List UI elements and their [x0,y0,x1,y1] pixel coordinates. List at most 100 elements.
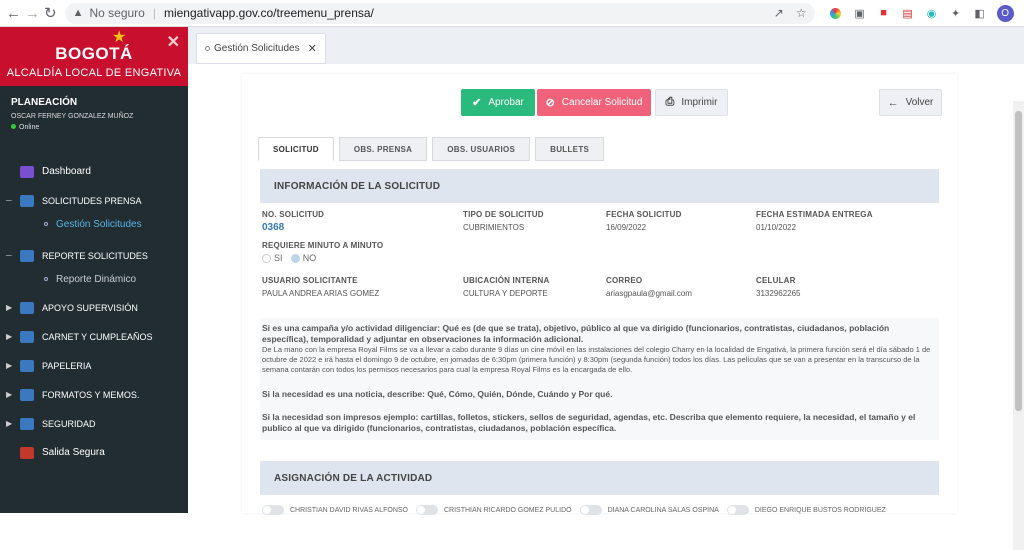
sidepanel-icon[interactable]: ◧ [973,6,987,20]
radio-no[interactable]: NO [290,253,317,263]
approve-label: Aprobar [488,97,524,108]
close-icon[interactable]: ✕ [167,32,180,52]
address-bar[interactable]: ▲ No seguro | miengativapp.gov.co/treeme… [64,2,815,24]
main-area: Gestión Solicitudes ✕ ✔ Aprobar ⊘ Cancelar… [188,27,1024,550]
sidebar-item-label: PAPELERIA [42,360,92,371]
field-value: ariasgpaula@gmail.com [606,289,692,298]
radio-label: SI [274,253,283,263]
field-value: 3132962265 [756,289,801,298]
teal-extension-icon[interactable]: ◉ [925,6,939,20]
sidebar-subitem-gestion[interactable]: Gestión Solicitudes [0,215,188,233]
toggle-switch[interactable] [579,505,602,515]
color-extension-icon[interactable] [829,6,843,20]
assignee-toggle[interactable]: CHRISTIAN DAVID RIVAS ALFONSO [262,505,408,515]
radio-label: NO [302,253,317,263]
chevron-right-icon: ▶ [6,419,13,428]
field-label: USUARIO SOLICITANTE [262,276,358,285]
browser-toolbar: ← → ↻ ▲ No seguro | miengativapp.gov.co/… [0,0,1024,27]
tab-solicitud[interactable]: SOLICITUD [258,137,334,161]
sidebar-item-dashboard[interactable]: Dashboard [0,157,188,186]
file-icon [20,388,34,401]
request-number: 0368 [262,222,285,233]
back-arrow-icon[interactable]: ← [6,2,21,24]
field-label: CORREO [606,276,643,285]
share-icon[interactable]: ↗ [774,6,784,20]
radio-circle-selected [290,253,300,263]
assignee-name: DIEGO ENRIQUE BUSTOS RODRIGUEZ [754,506,886,514]
url-separator: | [152,6,156,20]
bookmark-star-icon[interactable]: ☆ [796,6,807,20]
content-tabs: SOLICITUD OBS. PRENSA OBS. USUARIOS BULL… [258,137,609,161]
sidebar-item-papeleria[interactable]: ▶ PAPELERIA [0,351,188,380]
page-tabs-bar: Gestión Solicitudes ✕ [188,27,1024,64]
sidebar-item-label: CARNET Y CUMPLEAÑOS [42,331,153,342]
picture-in-picture-icon[interactable]: ▣ [853,6,867,20]
paperclip-icon [20,359,34,372]
circle-icon [205,46,210,51]
content-area: ✔ Aprobar ⊘ Cancelar Solicitud ⎙ Imprimir ←… [188,64,1024,550]
chevron-right-icon: ▶ [6,332,13,341]
expanded-indicator-icon: ─ [6,196,12,205]
logout-icon [20,446,34,459]
field-correo: CORREO ariasgpaula@gmail.com [606,276,692,298]
forward-arrow-icon[interactable]: → [25,2,40,24]
scrollbar[interactable] [1013,101,1024,550]
assignee-toggle[interactable]: CRISTHIAN RICARDO GOMEZ PULIDO [416,505,572,515]
book-icon [20,301,34,314]
back-button[interactable]: ← Volver [879,89,942,116]
chevron-right-icon: ▶ [6,303,13,312]
warning-icon: ▲ [72,7,84,19]
radio-si[interactable]: SI [262,253,283,263]
sidebar-subitem-reporte[interactable]: Reporte Dinámico [0,270,188,288]
sidebar-menu: Dashboard ─ SOLICITUDES PRENSA Gestión So… [0,146,188,467]
brand-subtitle: ALCALDÍA LOCAL DE ENGATIVA [6,67,182,79]
sidebar-item-seguridad[interactable]: ▶ SEGURIDAD [0,409,188,438]
cancel-request-button[interactable]: ⊘ Cancelar Solicitud [537,89,651,116]
puzzle-icon[interactable]: ✦ [949,6,963,20]
url-text[interactable]: miengativapp.gov.co/treemenu_prensa/ [164,6,762,20]
sidebar-item-formatos[interactable]: ▶ FORMATOS Y MEMOS. [0,380,188,409]
scrollbar-thumb[interactable] [1015,111,1022,411]
cancel-label: Cancelar Solicitud [561,97,643,108]
tab-gestion-solicitudes[interactable]: Gestión Solicitudes ✕ [196,33,326,64]
field-label: UBICACIÓN INTERNA [463,276,550,285]
print-button[interactable]: ⎙ Imprimir [655,89,728,116]
printer-icon: ⎙ [665,96,675,108]
circle-icon [44,277,48,281]
close-tab-icon[interactable]: ✕ [308,42,317,55]
tab-bullets[interactable]: BULLETS [535,137,605,161]
sidebar-item-reporte-solicitudes[interactable]: ─ REPORTE SOLICITUDES [0,241,188,270]
field-minuto-a-minuto: REQUIERE MINUTO A MINUTO SI NO [262,241,383,265]
newspaper-icon [20,194,34,207]
field-label: FECHA SOLICITUD [606,210,682,219]
tab-obs-prensa[interactable]: OBS. PRENSA [338,137,428,161]
sidebar-item-solicitudes-prensa[interactable]: ─ SOLICITUDES PRENSA [0,186,188,215]
reload-icon[interactable]: ↻ [44,2,57,24]
assignee-toggle[interactable]: DIEGO ENRIQUE BUSTOS RODRIGUEZ [726,505,886,515]
toggle-switch[interactable] [726,505,749,515]
radio-circle [262,253,271,263]
sidebar-item-salida-segura[interactable]: Salida Segura [0,438,188,467]
gift-extension-icon[interactable]: ▤ [901,6,915,20]
sidebar-item-carnet[interactable]: ▶ CARNET Y CUMPLEAÑOS [0,322,188,351]
prints-question: Si la necesidad son impresos ejemplo: ca… [262,412,916,433]
sidebar: BOGOTÁ ★ ALCALDÍA LOCAL DE ENGATIVA ✕ PL… [0,27,188,513]
field-ubicacion: UBICACIÓN INTERNA CULTURA Y DEPORTE [463,276,550,298]
assignment-list: CHRISTIAN DAVID RIVAS ALFONSO CRISTHIAN … [262,505,894,515]
sidebar-item-apoyo-supervision[interactable]: ▶ APOYO SUPERVISIÓN [0,293,188,322]
field-label: TIPO DE SOLICITUD [463,210,544,219]
chart-icon [20,249,34,262]
approve-button[interactable]: ✔ Aprobar [461,89,535,116]
tab-obs-usuarios[interactable]: OBS. USUARIOS [432,137,531,161]
toggle-switch[interactable] [416,505,438,515]
red-extension-icon[interactable]: ■ [877,6,891,20]
field-celular: CELULAR 3132962265 [756,276,801,298]
field-label: REQUIERE MINUTO A MINUTO [262,241,384,250]
assignee-toggle[interactable]: DIANA CAROLINA SALAS OSPINA [579,505,719,515]
toggle-switch[interactable] [262,505,284,515]
dashboard-icon [20,165,34,178]
field-fecha: FECHA SOLICITUD 16/09/2022 [606,210,682,232]
profile-avatar[interactable]: O [996,4,1014,22]
back-label: Volver [905,97,934,108]
arrow-left-icon: ← [887,96,899,109]
